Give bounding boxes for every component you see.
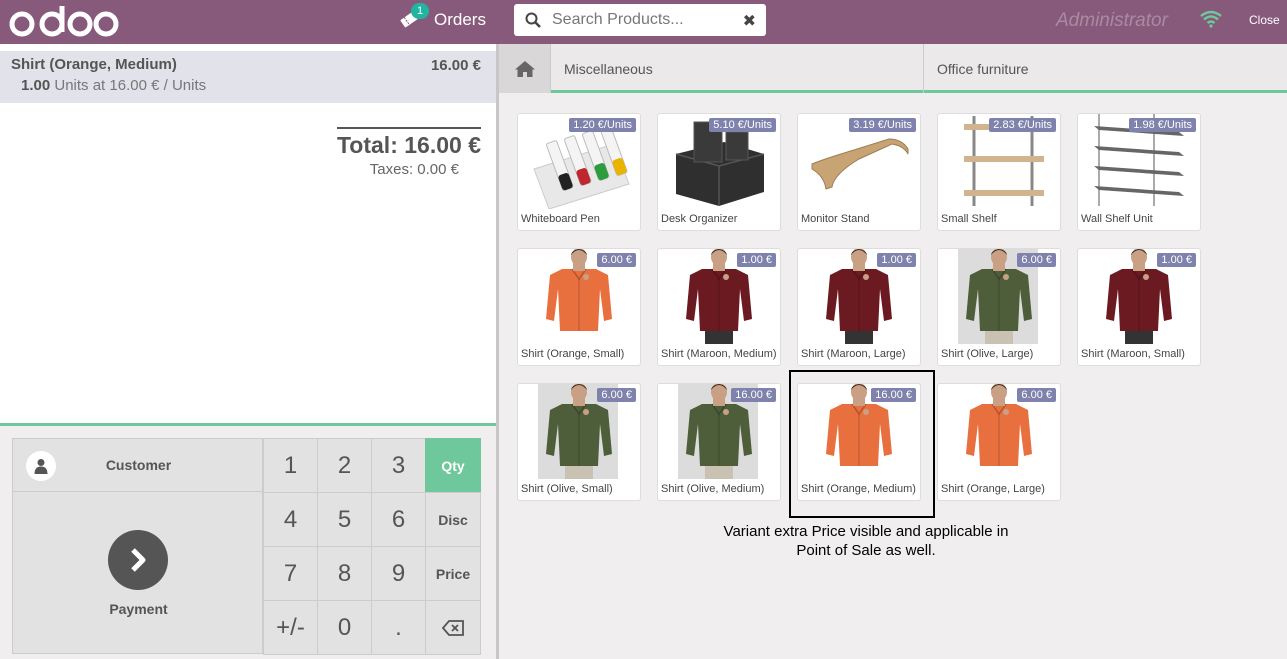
odoo-logo: [9, 0, 119, 44]
price-tag: 1.20 €/Units: [569, 118, 636, 132]
product-card[interactable]: 1.00 € Shirt (Maroon, Large): [797, 248, 921, 366]
key-3[interactable]: 3: [371, 438, 426, 493]
numpad: 1 2 3 Qty 4 5 6 Disc 7 8 9 Price +/- 0.: [263, 438, 481, 655]
mode-price[interactable]: Price: [425, 546, 481, 601]
price-tag: 2.83 €/Units: [989, 118, 1056, 132]
home-icon[interactable]: [499, 44, 550, 93]
backspace-icon: [442, 619, 464, 636]
price-tag: 6.00 €: [1017, 253, 1056, 267]
order-line[interactable]: Shirt (Orange, Medium) 16.00 € 1.00 Unit…: [0, 51, 496, 103]
product-card[interactable]: 3.19 €/Units Monitor Stand: [797, 113, 921, 231]
product-card[interactable]: 16.00 € Shirt (Olive, Medium): [657, 383, 781, 501]
product-name: Small Shelf: [941, 213, 997, 225]
product-card[interactable]: 6.00 € Shirt (Olive, Large): [937, 248, 1061, 366]
orders-count-badge: 1: [411, 3, 429, 19]
customer-button[interactable]: Customer: [12, 438, 263, 492]
key-0[interactable]: 0: [317, 600, 372, 655]
payment-button[interactable]: Payment: [12, 492, 263, 654]
key-9[interactable]: 9: [371, 546, 426, 601]
product-name: Shirt (Maroon, Large): [801, 348, 906, 360]
top-bar: 1 Orders ✖ Administrator Close: [0, 0, 1287, 44]
order-total: Total: 16.00 €: [336, 127, 481, 159]
product-name: Wall Shelf Unit: [1081, 213, 1153, 225]
price-tag: 16.00 €: [731, 388, 776, 402]
search-icon: [514, 12, 552, 28]
product-name: Desk Organizer: [661, 213, 738, 225]
order-line-price: 16.00 €: [430, 57, 481, 74]
ticket-icon: 1: [400, 3, 429, 30]
product-name: Shirt (Orange, Small): [521, 348, 625, 360]
category-miscellaneous[interactable]: Miscellaneous: [550, 44, 923, 93]
key-dot[interactable]: .: [371, 600, 426, 655]
product-name: Shirt (Olive, Small): [521, 483, 613, 495]
user-name[interactable]: Administrator: [1056, 10, 1168, 32]
order-line-qty: 1.00: [21, 77, 51, 94]
key-2[interactable]: 2: [317, 438, 372, 493]
key-7[interactable]: 7: [263, 546, 318, 601]
price-tag: 3.19 €/Units: [849, 118, 916, 132]
price-tag: 6.00 €: [1017, 388, 1056, 402]
mode-disc[interactable]: Disc: [425, 492, 481, 547]
backspace-key[interactable]: [425, 600, 481, 655]
price-tag: 1.98 €/Units: [1129, 118, 1196, 132]
key-1[interactable]: 1: [263, 438, 318, 493]
highlight-box: [789, 370, 935, 518]
product-name: Shirt (Olive, Medium): [661, 483, 765, 495]
price-tag: 6.00 €: [597, 253, 636, 267]
chevron-right-icon: [108, 530, 168, 590]
orders-button[interactable]: 1 Orders: [400, 0, 486, 40]
search-box[interactable]: ✖: [514, 4, 766, 36]
key-plus-minus[interactable]: +/-: [263, 600, 318, 655]
mode-qty[interactable]: Qty: [425, 438, 481, 493]
customer-label: Customer: [105, 457, 172, 473]
price-tag: 1.00 €: [1157, 253, 1196, 267]
category-bar: Miscellaneous Office furniture: [499, 44, 1287, 93]
product-name: Shirt (Maroon, Small): [1081, 348, 1185, 360]
product-name: Shirt (Olive, Large): [941, 348, 1034, 360]
price-tag: 6.00 €: [597, 388, 636, 402]
orders-label: Orders: [434, 10, 486, 29]
key-4[interactable]: 4: [263, 492, 318, 547]
close-button[interactable]: Close: [1249, 13, 1280, 27]
control-panel: Customer Payment 1 2 3 Qty 4 5 6 Disc 7 8 9 Price +/…: [0, 423, 496, 659]
search-input[interactable]: [552, 11, 732, 29]
product-card[interactable]: 6.00 € Shirt (Orange, Small): [517, 248, 641, 366]
product-name: Whiteboard Pen: [521, 213, 600, 225]
order-line-unit: Units at 16.00 € / Units: [54, 77, 207, 94]
product-card[interactable]: 1.20 €/Units Whiteboard Pen: [517, 113, 641, 231]
product-card[interactable]: 1.00 € Shirt (Maroon, Medium): [657, 248, 781, 366]
order-summary: Total: 16.00 € Taxes: 0.00 €: [336, 127, 481, 178]
product-card[interactable]: 6.00 € Shirt (Orange, Large): [937, 383, 1061, 501]
price-tag: 1.00 €: [737, 253, 776, 267]
price-tag: 5.10 €/Units: [709, 118, 776, 132]
price-tag: 1.00 €: [877, 253, 916, 267]
order-panel: Shirt (Orange, Medium) 16.00 € 1.00 Unit…: [0, 44, 496, 659]
key-5[interactable]: 5: [317, 492, 372, 547]
key-8[interactable]: 8: [317, 546, 372, 601]
product-name: Shirt (Maroon, Medium): [661, 348, 777, 360]
product-name: Shirt (Orange, Large): [941, 483, 1045, 495]
order-line-info: 1.00 Units at 16.00 € / Units: [11, 77, 485, 94]
payment-label: Payment: [109, 601, 168, 617]
wifi-icon[interactable]: [1199, 10, 1223, 33]
product-card[interactable]: 1.00 € Shirt (Maroon, Small): [1077, 248, 1201, 366]
product-name: Monitor Stand: [801, 213, 870, 225]
annotation-text: Variant extra Price visible and applicab…: [723, 523, 1009, 559]
clear-search-icon[interactable]: ✖: [743, 11, 756, 31]
product-card[interactable]: 5.10 €/Units Desk Organizer: [657, 113, 781, 231]
order-taxes: Taxes: 0.00 €: [369, 161, 459, 178]
product-card[interactable]: 6.00 € Shirt (Olive, Small): [517, 383, 641, 501]
category-office-furniture[interactable]: Office furniture: [923, 44, 1287, 93]
product-card[interactable]: 1.98 €/Units Wall Shelf Unit: [1077, 113, 1201, 231]
product-card[interactable]: 2.83 €/Units Small Shelf: [937, 113, 1061, 231]
key-6[interactable]: 6: [371, 492, 426, 547]
order-line-name: Shirt (Orange, Medium): [11, 56, 177, 73]
